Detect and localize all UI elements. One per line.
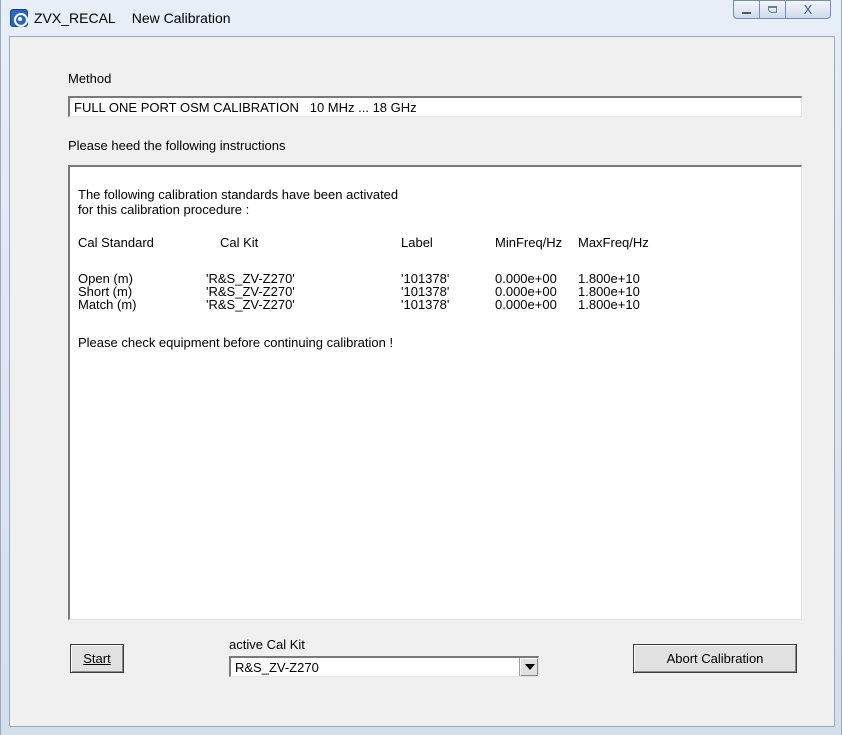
intro-line-1: The following calibration standards have…: [78, 187, 399, 202]
window-title: ZVX_RECAL New Calibration: [34, 10, 247, 26]
window-controls: X: [733, 0, 831, 19]
app-icon[interactable]: [10, 9, 28, 27]
chevron-down-icon[interactable]: [519, 658, 538, 676]
instructions-box[interactable]: The following calibration standards have…: [68, 165, 802, 620]
close-button[interactable]: X: [785, 0, 831, 19]
header-cal-standard: Cal Standard: [78, 235, 154, 250]
abort-calibration-button[interactable]: Abort Calibration: [633, 644, 797, 673]
intro-line-2: for this calibration procedure :: [78, 202, 250, 217]
cal-kit-selected: R&S_ZV-Z270: [235, 660, 319, 675]
header-min-freq: MinFreq/Hz: [495, 235, 563, 250]
row-cal-kit: 'R&S_ZV-Z270': [206, 297, 295, 312]
active-cal-kit-label: active Cal Kit: [229, 637, 305, 652]
row-min-freq: 0.000e+00: [495, 297, 557, 312]
cal-kit-dropdown[interactable]: R&S_ZV-Z270: [229, 656, 539, 677]
row-label: '101378': [401, 297, 450, 312]
row-cal-standard: Match (m): [78, 297, 137, 312]
instructions-footer: Please check equipment before continuing…: [78, 335, 394, 350]
start-button[interactable]: Start: [70, 644, 124, 673]
dialog-client-area: Method FULL ONE PORT OSM CALIBRATION 10 …: [9, 36, 835, 727]
start-button-label: Start: [83, 651, 111, 666]
header-max-freq: MaxFreq/Hz: [578, 235, 649, 250]
header-label: Label: [401, 235, 433, 250]
method-label: Method: [68, 71, 112, 86]
close-icon: X: [803, 2, 813, 17]
method-field: FULL ONE PORT OSM CALIBRATION 10 MHz ...…: [68, 96, 802, 117]
maximize-button[interactable]: [759, 0, 786, 19]
calibration-window: ZVX_RECAL New Calibration X Method FULL O…: [0, 0, 842, 735]
app-name: ZVX_RECAL: [34, 10, 116, 26]
maximize-icon: [768, 6, 777, 13]
title-bar[interactable]: ZVX_RECAL New Calibration X: [1, 0, 842, 36]
abort-button-label: Abort Calibration: [666, 651, 764, 666]
minimize-icon: [742, 11, 751, 14]
minimize-button[interactable]: [733, 0, 760, 19]
header-cal-kit: Cal Kit: [220, 235, 259, 250]
dialog-title: New Calibration: [131, 10, 231, 26]
row-max-freq: 1.800e+10: [578, 297, 640, 312]
instructions-label: Please heed the following instructions: [68, 138, 286, 153]
